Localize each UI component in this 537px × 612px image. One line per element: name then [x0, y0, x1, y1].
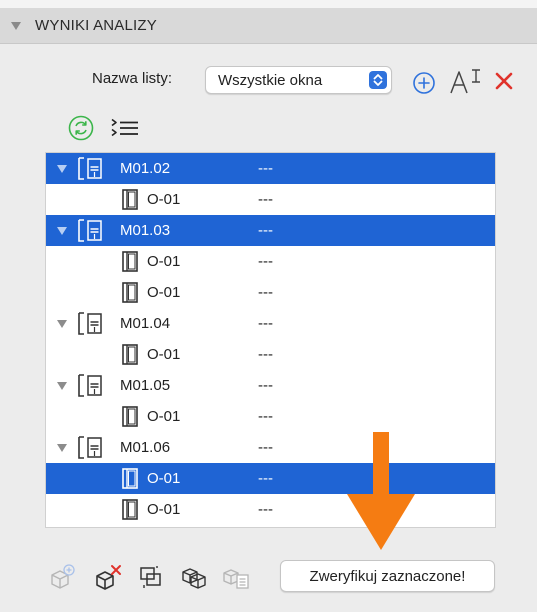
- text-cursor-icon: [450, 69, 480, 94]
- results-tree[interactable]: M01.02 --- O-01 --- M01.03 --- O-01 --- O-01 --- M…: [45, 152, 496, 528]
- top-strip: [0, 0, 537, 8]
- room-icon: [76, 435, 104, 460]
- window-name: O-01: [147, 408, 181, 425]
- window-icon: [122, 468, 138, 489]
- window-icon: [122, 406, 138, 427]
- row-value: ---: [258, 160, 273, 177]
- plus-circle-icon: [413, 72, 435, 94]
- disclosure-triangle-icon[interactable]: [57, 165, 67, 173]
- tree-row-window[interactable]: O-01 ---: [46, 463, 495, 494]
- list-name-value: Wszystkie okna: [218, 71, 323, 89]
- disclosure-triangle-icon[interactable]: [57, 444, 67, 452]
- window-name: O-01: [147, 501, 181, 518]
- tree-row-window[interactable]: O-01 ---: [46, 184, 495, 215]
- zone-button[interactable]: [137, 563, 165, 591]
- room-name: M01.05: [120, 377, 171, 394]
- room-name: M01.02: [120, 160, 171, 177]
- disclosure-triangle-icon[interactable]: [57, 227, 67, 235]
- disclosure-triangle-icon[interactable]: [57, 382, 67, 390]
- refresh-icon: [68, 115, 94, 141]
- window-icon: [122, 499, 138, 520]
- collapse-list-icon: [111, 118, 138, 137]
- panel-title: WYNIKI ANALIZY: [35, 17, 157, 34]
- chevron-updown-icon: [369, 71, 387, 89]
- window-icon: [122, 282, 138, 303]
- room-icon: [76, 311, 104, 336]
- list-name-select[interactable]: Wszystkie okna: [205, 66, 392, 94]
- tree-row-window[interactable]: O-01 ---: [46, 246, 495, 277]
- room-name: M01.04: [120, 315, 171, 332]
- panel-header[interactable]: WYNIKI ANALIZY: [0, 8, 537, 44]
- window-name: O-01: [147, 284, 181, 301]
- room-name: M01.06: [120, 439, 171, 456]
- close-icon: [495, 72, 513, 90]
- window-icon: [122, 189, 138, 210]
- delete-list-button[interactable]: [493, 70, 515, 92]
- row-value: ---: [258, 346, 273, 363]
- collapse-list-button[interactable]: [110, 117, 140, 139]
- window-icon: [122, 344, 138, 365]
- remove-object-icon: [96, 565, 121, 590]
- list-objects-button[interactable]: [222, 563, 250, 591]
- window-name: O-01: [147, 253, 181, 270]
- refresh-button[interactable]: [68, 115, 94, 141]
- row-value: ---: [258, 253, 273, 270]
- row-value: ---: [258, 222, 273, 239]
- annotation-arrow-icon: [347, 432, 415, 550]
- tree-row-window[interactable]: O-01 ---: [46, 277, 495, 308]
- tree-row-room[interactable]: M01.03 ---: [46, 215, 495, 246]
- room-icon: [76, 373, 104, 398]
- tree-row-room[interactable]: M01.04 ---: [46, 308, 495, 339]
- add-object-button[interactable]: [48, 563, 76, 591]
- add-list-button[interactable]: [412, 71, 436, 95]
- room-icon: [76, 218, 104, 243]
- row-value: ---: [258, 377, 273, 394]
- zone-icon: [140, 566, 161, 588]
- window-icon: [122, 251, 138, 272]
- room-name: M01.03: [120, 222, 171, 239]
- row-value: ---: [258, 470, 273, 487]
- row-value: ---: [258, 284, 273, 301]
- rename-list-button[interactable]: [449, 66, 483, 96]
- tree-row-window[interactable]: O-01 ---: [46, 339, 495, 370]
- room-icon: [76, 156, 104, 181]
- tree-row-window[interactable]: O-01 ---: [46, 494, 495, 525]
- window-name: O-01: [147, 346, 181, 363]
- row-value: ---: [258, 439, 273, 456]
- window-name: O-01: [147, 470, 181, 487]
- select-objects-button[interactable]: [180, 563, 208, 591]
- list-name-label: Nazwa listy:: [92, 70, 173, 87]
- select-objects-icon: [182, 568, 206, 589]
- collapse-triangle-icon[interactable]: [11, 21, 21, 30]
- tree-row-room[interactable]: M01.06 ---: [46, 432, 495, 463]
- row-value: ---: [258, 408, 273, 425]
- disclosure-triangle-icon[interactable]: [57, 320, 67, 328]
- row-value: ---: [258, 191, 273, 208]
- window-name: O-01: [147, 191, 181, 208]
- list-objects-icon: [223, 569, 249, 589]
- add-object-icon: [51, 564, 75, 589]
- remove-object-button[interactable]: [94, 563, 122, 591]
- row-value: ---: [258, 501, 273, 518]
- tree-row-window[interactable]: O-01 ---: [46, 401, 495, 432]
- verify-selected-button[interactable]: Zweryfikuj zaznaczone!: [280, 560, 495, 592]
- tree-row-room[interactable]: M01.05 ---: [46, 370, 495, 401]
- row-value: ---: [258, 315, 273, 332]
- tree-row-room[interactable]: M01.02 ---: [46, 153, 495, 184]
